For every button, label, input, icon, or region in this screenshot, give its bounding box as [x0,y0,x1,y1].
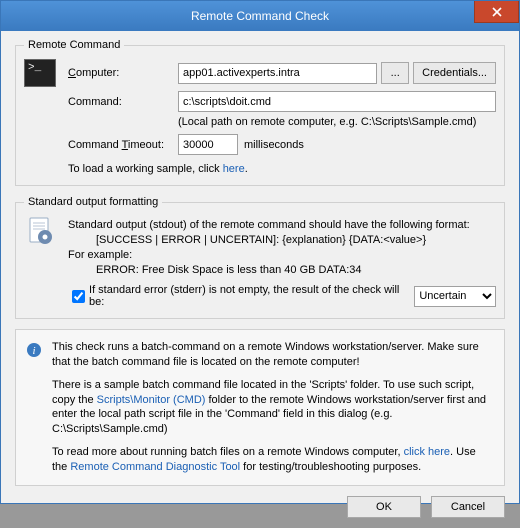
info-icon: i [26,342,42,358]
info-panel: i This check runs a batch-command on a r… [15,329,505,486]
info-p3: To read more about running batch files o… [52,445,494,475]
close-icon [492,7,502,17]
ok-button[interactable]: OK [347,496,421,518]
dialog-button-row: OK Cancel [15,496,505,518]
dialog-window: Remote Command Check Remote Command Comp… [0,0,520,504]
load-sample-link[interactable]: here [223,163,245,175]
info-text: This check runs a batch-command on a rem… [52,340,494,475]
label-timeout: Command Timeout: [68,139,178,151]
info-p1: This check runs a batch-command on a rem… [52,340,494,370]
group-stdout: Standard output formatting [15,196,505,319]
stderr-checkbox[interactable] [72,290,85,303]
timeout-input[interactable] [178,134,238,155]
stdout-text-block: Standard output (stdout) of the remote c… [68,216,496,308]
group-remote-command: Remote Command Computer: ... Credentials… [15,39,505,186]
group-remote-command-legend: Remote Command [24,39,124,51]
terminal-icon-wrap [24,59,68,87]
settings-icon-wrap [24,216,68,308]
stdout-line1: Standard output (stdout) of the remote c… [68,219,496,231]
info-p2: There is a sample batch command file loc… [52,378,494,437]
stdout-line4: ERROR: Free Disk Space is less than 40 G… [96,264,496,276]
stderr-label: If standard error (stderr) is not empty,… [89,284,408,308]
svg-text:i: i [32,345,35,357]
dialog-body: Remote Command Computer: ... Credentials… [1,31,519,528]
read-more-link[interactable]: click here [404,446,450,458]
stderr-row: If standard error (stderr) is not empty,… [68,284,496,308]
stdout-line2: [SUCCESS | ERROR | UNCERTAIN]: {explanat… [96,234,496,246]
group-stdout-legend: Standard output formatting [24,196,162,208]
browse-button[interactable]: ... [381,62,409,84]
stderr-result-select[interactable]: Uncertain [414,286,496,307]
diagnostic-tool-link[interactable]: Remote Command Diagnostic Tool [70,461,240,473]
titlebar-text: Remote Command Check [191,9,329,23]
row-computer: Computer: ... Credentials... [24,59,496,87]
credentials-button[interactable]: Credentials... [413,62,496,84]
command-input[interactable] [178,91,496,112]
terminal-icon [24,59,56,87]
row-timeout: Command Timeout: milliseconds [24,134,496,155]
load-sample-line: To load a working sample, click here. [68,163,496,175]
cancel-button[interactable]: Cancel [431,496,505,518]
stdout-line3: For example: [68,249,496,261]
command-hint: (Local path on remote computer, e.g. C:\… [178,116,496,128]
label-ms: milliseconds [244,139,304,151]
gear-document-icon [24,216,56,248]
computer-input[interactable] [178,63,377,84]
titlebar: Remote Command Check [1,1,519,31]
scripts-folder-link[interactable]: Scripts\Monitor (CMD) [97,394,206,406]
row-command: Command: [24,91,496,112]
close-button[interactable] [474,1,519,23]
label-command: Command: [68,96,178,108]
label-computer: Computer: [68,67,178,79]
